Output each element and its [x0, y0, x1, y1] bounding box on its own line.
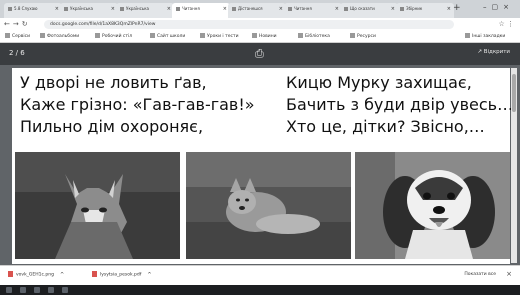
poem-left-column: У дворі не ловить ґав, Каже грізно: «Гав…: [20, 72, 255, 138]
star-icon[interactable]: ☆: [498, 20, 504, 28]
fox-photo: [186, 152, 351, 259]
tab-favicon-icon: [400, 7, 404, 11]
bookmark-icon: [40, 33, 45, 38]
bookmark-item[interactable]: Фотоальбоми: [40, 33, 79, 39]
poem-line: Кицю Мурку захищає,: [286, 73, 472, 92]
browser-tab[interactable]: Що сказати ×: [340, 3, 398, 18]
browser-tab-active[interactable]: Читання ×: [172, 3, 230, 18]
close-icon[interactable]: ×: [223, 6, 227, 12]
pdf-scrollbar[interactable]: [511, 68, 517, 263]
close-icon[interactable]: ×: [335, 6, 339, 12]
browser-app-icon[interactable]: [48, 287, 54, 293]
folder-icon: [465, 33, 470, 38]
browser-tab[interactable]: Дістанешся ×: [228, 3, 286, 18]
bookmark-icon: [350, 33, 355, 38]
bookmark-icon: [252, 33, 257, 38]
download-item[interactable]: vovk_GEH1c.png ^: [8, 271, 64, 278]
poem-line: Пильно дім охороняє,: [20, 117, 204, 136]
file-icon: [8, 271, 13, 277]
os-taskbar: [0, 285, 520, 295]
tab-favicon-icon: [176, 7, 180, 11]
bookmark-item[interactable]: Сервіси: [5, 33, 30, 39]
close-icon[interactable]: ×: [55, 6, 59, 12]
tab-favicon-icon: [120, 7, 124, 11]
apps-icon: [5, 33, 10, 38]
browser-tab[interactable]: Українська ×: [60, 3, 118, 18]
menu-dots-icon[interactable]: ⋮: [507, 20, 514, 28]
close-icon[interactable]: ×: [447, 6, 451, 12]
folder-app-icon[interactable]: [62, 287, 68, 293]
poem-line: У дворі не ловить ґав,: [20, 73, 207, 92]
start-icon[interactable]: [6, 287, 12, 293]
open-with-button[interactable]: ↗ Відкрити: [477, 49, 510, 55]
tab-favicon-icon: [64, 7, 68, 11]
close-icon[interactable]: ×: [506, 270, 512, 278]
back-arrow-icon[interactable]: ←: [4, 20, 13, 28]
chevron-up-icon[interactable]: ^: [60, 272, 64, 278]
task-view-icon[interactable]: [34, 287, 40, 293]
bookmark-item[interactable]: Уроки і тести: [200, 33, 239, 39]
navigation-buttons[interactable]: ←→↻: [4, 20, 31, 28]
bookmark-icon: [200, 33, 205, 38]
reload-icon[interactable]: ↻: [22, 20, 31, 28]
file-icon: [92, 271, 97, 277]
new-tab-icon[interactable]: +: [453, 3, 461, 13]
page-counter: 2 / 6: [9, 49, 25, 57]
tab-favicon-icon: [344, 7, 348, 11]
bookmark-item[interactable]: Новини: [252, 33, 277, 39]
browser-tab[interactable]: 5.8 Слухаю ×: [4, 3, 62, 18]
tab-favicon-icon: [288, 7, 292, 11]
close-icon[interactable]: ×: [111, 6, 115, 12]
browser-menu-icons: ☆ ⋮: [498, 20, 514, 28]
tab-favicon-icon: [232, 7, 236, 11]
address-bar: ←→↻ docs.google.com/file/d/1aX8K3QmZlPnR…: [0, 18, 520, 31]
browser-tab[interactable]: Українська ×: [116, 3, 174, 18]
browser-tab[interactable]: Збірник ×: [396, 3, 454, 18]
bookmark-icon: [95, 33, 100, 38]
bookmark-item[interactable]: Робочий стіл: [95, 33, 132, 39]
bookmark-item[interactable]: Сайт школи: [150, 33, 185, 39]
bookmark-item[interactable]: Ресурси: [350, 33, 376, 39]
poem-line: Хто це, дітки? Звісно,…: [286, 117, 485, 136]
dog-photo: [355, 152, 510, 259]
poem-text: У дворі не ловить ґав, Каже грізно: «Гав…: [20, 72, 513, 147]
print-icon[interactable]: ⎙: [255, 47, 264, 61]
browser-tab-bar: 5.8 Слухаю × Українська × Українська × Чита…: [0, 0, 520, 18]
url-input[interactable]: docs.google.com/file/d/1aX8K3QmZlPnR7/vi…: [44, 20, 454, 29]
bookmark-item[interactable]: Бібліотека: [298, 33, 330, 39]
pdf-toolbar: 2 / 6 ⎙ ↗ Відкрити: [0, 43, 520, 65]
scrollbar-thumb[interactable]: [512, 74, 516, 112]
show-all-downloads-link[interactable]: Показати все: [464, 272, 496, 277]
tab-favicon-icon: [8, 7, 12, 11]
bookmarks-bar: Сервіси Фотоальбоми Робочий стіл Сайт шк…: [0, 31, 520, 43]
bookmark-icon: [150, 33, 155, 38]
browser-tab[interactable]: Читання ×: [284, 3, 342, 18]
bookmark-item[interactable]: Інші закладки: [465, 33, 505, 39]
poem-right-column: Кицю Мурку захищає, Бачить з буди двір у…: [286, 72, 513, 138]
chevron-up-icon[interactable]: ^: [147, 272, 151, 278]
close-icon[interactable]: ×: [391, 6, 395, 12]
forward-arrow-icon[interactable]: →: [13, 20, 22, 28]
close-icon[interactable]: ×: [167, 6, 171, 12]
download-item[interactable]: lysytsia_pesok.pdf ^: [92, 271, 152, 278]
poem-line: Каже грізно: «Гав-гав-гав!»: [20, 95, 255, 114]
poem-line: Бачить з буди двір увесь…: [286, 95, 514, 114]
wolf-photo: [15, 152, 180, 259]
downloads-bar: vovk_GEH1c.png ^ lysytsia_pesok.pdf ^ Пока…: [0, 265, 520, 285]
close-icon[interactable]: ×: [279, 6, 283, 12]
window-controls[interactable]: –▢×: [483, 3, 514, 11]
search-icon[interactable]: [20, 287, 26, 293]
bookmark-icon: [298, 33, 303, 38]
